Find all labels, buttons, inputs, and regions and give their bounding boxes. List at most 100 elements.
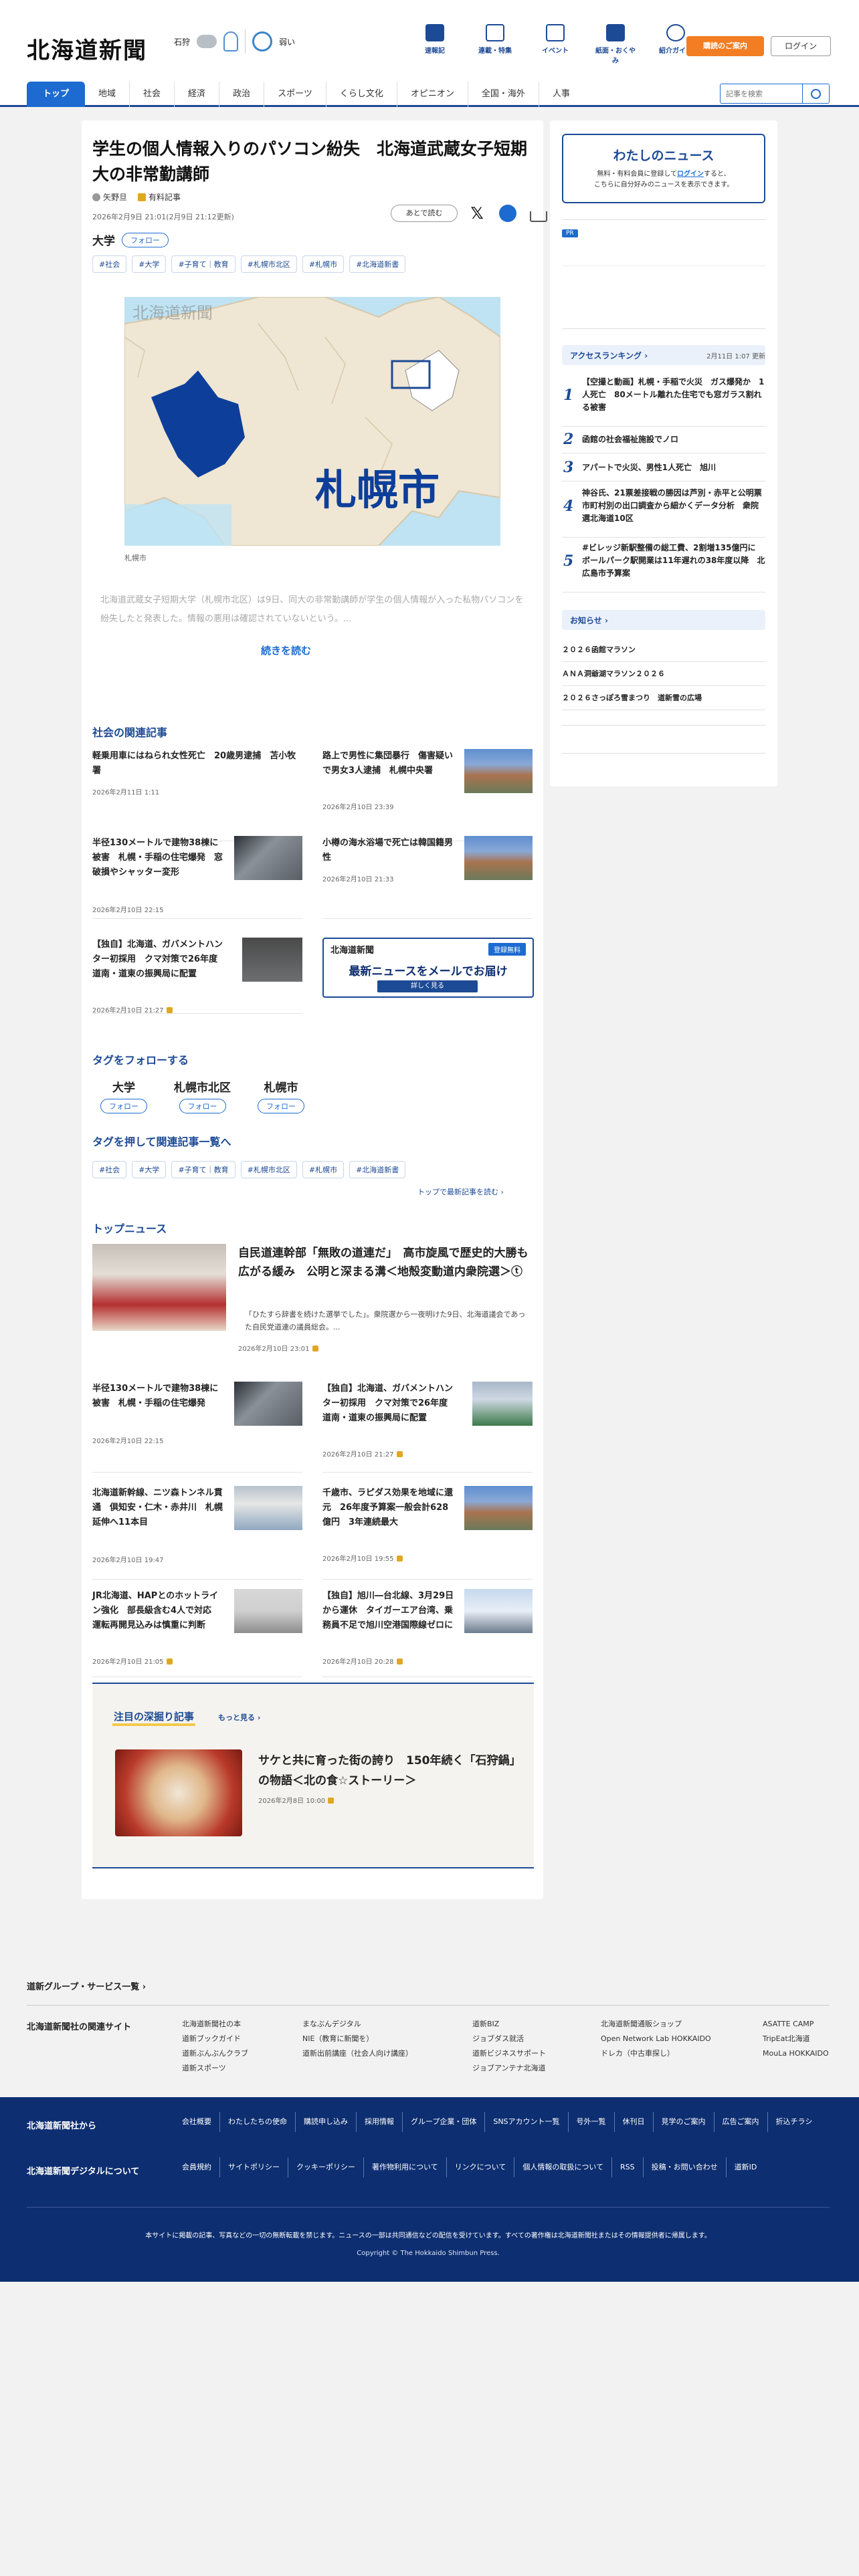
- ranking-item[interactable]: 3 アパートで火災、男性1人死亡 旭川: [562, 459, 765, 481]
- nav-breaking[interactable]: 速報記: [415, 24, 455, 65]
- list-item[interactable]: 小樽の海水浴場で死亡は韓国籍男性 2026年2月10日 21:33: [322, 836, 533, 919]
- footer-link[interactable]: 会員規約: [174, 2157, 220, 2177]
- footer-link[interactable]: 折込チラシ: [768, 2112, 821, 2132]
- follow-button[interactable]: フォロー: [258, 1099, 304, 1113]
- list-item[interactable]: 軽乗用車にはねられ女性死亡 20歳男逮捕 苫小牧署 2026年2月11日 1:1…: [92, 749, 302, 841]
- author[interactable]: 矢野旦: [92, 191, 127, 203]
- footer-link[interactable]: 個人情報の取扱について: [514, 2157, 613, 2177]
- my-news-box[interactable]: わたしのニュース 無料・有料会員に登録してログインすると、 こちらに自分好みのニュ…: [562, 134, 765, 203]
- subscribe-guide-button[interactable]: 購読のご案内: [686, 36, 764, 56]
- footer-link[interactable]: リンクについて: [447, 2157, 515, 2177]
- tag-link[interactable]: #札幌市北区: [240, 1161, 297, 1178]
- nav-opinion[interactable]: オピニオン: [397, 82, 468, 107]
- footer-link[interactable]: 道新BIZ: [472, 2017, 546, 2032]
- read-more-link[interactable]: 続きを読む: [261, 643, 311, 657]
- footer-link[interactable]: ジョブアンテナ北海道: [472, 2061, 546, 2076]
- notice-item[interactable]: ２０２６さっぽろ雪まつり 道新雪の広場: [562, 686, 765, 710]
- nav-culture[interactable]: くらし文化: [326, 82, 397, 107]
- nav-politics[interactable]: 政治: [219, 82, 265, 107]
- nav-economy[interactable]: 経済: [175, 82, 220, 107]
- tag-link[interactable]: #北海道新書: [349, 1161, 406, 1178]
- list-item[interactable]: 千歳市、ラピダス効果を地域に還元 26年度予算案一般会計628億円 3年連続最大…: [322, 1486, 533, 1580]
- tag-link[interactable]: #札幌市: [302, 1161, 345, 1178]
- footer-link[interactable]: 広告ご案内: [714, 2112, 768, 2132]
- search-input[interactable]: [721, 84, 802, 103]
- feature-title[interactable]: 自民道連幹部「無敗の道連だ」 高市旋風で歴史的大勝も広がる緩み 公明と深まる溝＜…: [238, 1244, 534, 1281]
- share-icon[interactable]: [530, 211, 547, 222]
- nav-region[interactable]: 地域: [85, 82, 130, 107]
- follow-button[interactable]: フォロー: [179, 1099, 226, 1113]
- tag-link[interactable]: #札幌市: [302, 255, 345, 273]
- list-item[interactable]: 半径130メートルで建物38棟に被害 札幌・手稲の住宅爆発 2026年2月10日…: [92, 1382, 302, 1473]
- ranking-item[interactable]: 1 【空撮と動画】札幌・手稲で火災 ガス爆発か 1人死亡 80メートル離れた住宅で…: [562, 376, 765, 427]
- nav-series[interactable]: 連載・特集: [475, 24, 515, 65]
- follow-button[interactable]: フォロー: [122, 232, 169, 247]
- footer-link[interactable]: ジョブダス就活: [472, 2032, 546, 2046]
- footer-link[interactable]: 道新ID: [727, 2157, 765, 2177]
- tag-link[interactable]: #社会: [92, 1161, 127, 1178]
- feature-thumbnail[interactable]: [92, 1244, 226, 1331]
- footer-link[interactable]: 会社概要: [174, 2112, 220, 2132]
- footer-link[interactable]: NIE（教育に新聞を）: [302, 2032, 413, 2046]
- tag-link[interactable]: #大学: [132, 1161, 167, 1178]
- weather-widget[interactable]: 石狩 弱い: [174, 29, 295, 53]
- list-item[interactable]: 【独自】旭川―台北線、3月29日から運休 タイガーエア台湾、乗務員不足で旭川空港…: [322, 1589, 533, 1677]
- footer-link[interactable]: 北海道新聞通販ショップ: [601, 2017, 711, 2032]
- footer-link[interactable]: SNSアカウント一覧: [485, 2112, 569, 2132]
- search-icon[interactable]: [802, 84, 829, 103]
- nav-personnel[interactable]: 人事: [539, 82, 583, 107]
- footer-link[interactable]: 号外一覧: [569, 2112, 615, 2132]
- footer-link[interactable]: ドレカ（中古車探し）: [601, 2046, 711, 2061]
- footer-link[interactable]: 採用情報: [357, 2112, 403, 2132]
- login-link[interactable]: ログイン: [677, 171, 704, 178]
- footer-link[interactable]: まなぶんデジタル: [302, 2017, 413, 2032]
- footer-link[interactable]: 投稿・お問い合わせ: [644, 2157, 727, 2177]
- site-logo[interactable]: 北海道新聞: [27, 32, 147, 65]
- nav-events[interactable]: イベント: [535, 24, 575, 65]
- footer-link[interactable]: 購読申し込み: [296, 2112, 357, 2132]
- deep-title[interactable]: サケと共に育った街の誇り 150年続く「石狩鍋」の物語＜北の食☆ストーリー＞: [258, 1751, 519, 1791]
- ad-slot[interactable]: PR: [562, 219, 765, 329]
- footer-link[interactable]: 道新ぶんぶんクラブ: [182, 2046, 248, 2061]
- follow-button[interactable]: フォロー: [100, 1099, 147, 1113]
- nav-world[interactable]: 全国・海外: [468, 82, 539, 107]
- deep-more-link[interactable]: もっと見る ›: [218, 1712, 260, 1723]
- login-button[interactable]: ログイン: [771, 36, 831, 56]
- list-item[interactable]: 【独自】北海道、ガバメントハンター初採用 クマ対策で26年度 道南・道東の振興局…: [322, 1382, 533, 1473]
- footer-link[interactable]: 道新スポーツ: [182, 2061, 248, 2076]
- deep-thumbnail[interactable]: [115, 1749, 242, 1836]
- tag-link[interactable]: #子育て｜教育: [171, 255, 235, 273]
- footer-link[interactable]: TripEat北海道: [763, 2032, 829, 2046]
- footer-link[interactable]: ASATTE CAMP: [763, 2017, 829, 2032]
- read-later-button[interactable]: あとで読む: [391, 205, 458, 222]
- tag-link[interactable]: #北海道新書: [349, 255, 406, 273]
- footer-link[interactable]: MouLa HOKKAIDO: [763, 2046, 829, 2061]
- footer-link[interactable]: 道新ブックガイド: [182, 2032, 248, 2046]
- footer-link[interactable]: 休刊日: [615, 2112, 654, 2132]
- tag-link[interactable]: #大学: [132, 255, 167, 273]
- nav-sports[interactable]: スポーツ: [264, 82, 326, 107]
- ranking-item[interactable]: 4 神谷氏、21票差接戦の勝因は芦別・赤平と公明票 市町村別の出口調査から細かくデ…: [562, 487, 770, 538]
- group-services-link[interactable]: 道新グループ・サービス一覧 ›: [27, 1979, 146, 1992]
- tag-link[interactable]: #子育て｜教育: [171, 1161, 235, 1178]
- nav-society[interactable]: 社会: [130, 82, 175, 107]
- list-item[interactable]: 北海道新幹線、ニツ森トンネル貫通 倶知安・仁木・赤井川 札幌延伸へ11本目 20…: [92, 1486, 302, 1580]
- footer-link[interactable]: RSS: [612, 2157, 644, 2177]
- footer-link[interactable]: わたしたちの使命: [220, 2112, 296, 2132]
- tag-link[interactable]: #社会: [92, 255, 127, 273]
- nav-paper[interactable]: 紙面・おくやみ: [595, 24, 636, 65]
- footer-link[interactable]: 北海道新聞社の本: [182, 2017, 248, 2032]
- list-item[interactable]: 【独自】北海道、ガバメントハンター初採用 クマ対策で26年度 道南・道東の振興局…: [92, 938, 302, 1014]
- notice-item[interactable]: ２０２６函館マラソン: [562, 638, 765, 662]
- footer-link[interactable]: クッキーポリシー: [288, 2157, 364, 2177]
- nav-top[interactable]: トップ: [27, 82, 86, 107]
- banner-cta[interactable]: 詳しく見る: [377, 980, 478, 992]
- facebook-share-icon[interactable]: [499, 205, 516, 222]
- footer-link[interactable]: 著作物利用について: [364, 2157, 447, 2177]
- ranking-item[interactable]: 2 函館の社会福祉施設でノロ: [562, 431, 765, 453]
- list-item[interactable]: JR北海道、HAPとのホットライン強化 部長級含む4人で対応 運転再開見込みは慎…: [92, 1589, 302, 1677]
- footer-link[interactable]: サイトポリシー: [220, 2157, 288, 2177]
- footer-link[interactable]: 道新出前講座（社会人向け講座）: [302, 2046, 413, 2061]
- ranking-item[interactable]: 5 #ビレッジ新駅整備の総工費、2割増135億円に ボールパーク駅開業は11年遅れ…: [562, 542, 765, 593]
- list-item[interactable]: 路上で男性に集団暴行 傷害疑いで男女3人逮捕 札幌中央署 2026年2月10日 …: [322, 749, 533, 841]
